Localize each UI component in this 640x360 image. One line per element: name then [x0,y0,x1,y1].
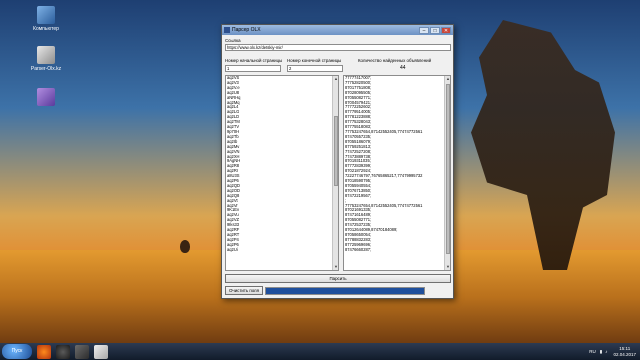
parser-taskbar-icon[interactable] [94,344,108,359]
network-icon[interactable]: ▮ [600,349,602,355]
media-icon[interactable] [56,344,70,359]
taskbar: Пуск RU ▮ ♪ 15:11 02.04.2017 [0,343,640,360]
phones-list[interactable]: 77777417007; 77752820500; 87017751808; 8702… [343,75,451,271]
start-button[interactable]: Пуск [2,344,32,359]
hot-air-balloon [180,240,190,253]
end-page-input[interactable]: 2 [287,65,343,72]
url-label: Ссылка [225,38,241,43]
volume-icon[interactable]: ♪ [605,349,607,354]
scroll-up-icon[interactable]: ▲ [333,76,338,82]
scroll-up-icon[interactable]: ▲ [445,76,450,82]
progress-bar [265,287,425,295]
scroll-thumb[interactable] [334,116,338,186]
flying-castle [471,20,615,270]
maximize-button[interactable]: □ [430,26,440,34]
desktop-icon-computer[interactable]: Компьютер [16,6,76,32]
system-tray: RU ▮ ♪ 15:11 02.04.2017 [589,346,636,357]
list-item[interactable]: aq2Ui [226,247,338,253]
app-icon [37,46,55,64]
progress-fill [266,288,424,294]
ids-scrollbar[interactable]: ▲ ▼ [332,76,338,270]
scroll-thumb[interactable] [446,84,450,254]
url-input[interactable]: https://www.olx.kz/detskiy-mir/ [225,44,451,51]
app-icon[interactable] [75,344,89,359]
title-bar[interactable]: Парсер OLX – □ ✕ [222,25,453,35]
app-icon [224,27,230,33]
language-indicator[interactable]: RU [589,349,596,354]
desktop-icon-parser[interactable]: Parser-Olx.kz [16,46,76,72]
start-page-label: Номер начальной страницы [225,58,283,63]
parser-window: Парсер OLX – □ ✕ Ссылка https://www.olx.… [221,24,454,299]
scroll-down-icon[interactable]: ▼ [445,264,450,270]
recycle-bin-icon [37,88,55,106]
clear-fields-button[interactable]: Очистить поля [225,286,263,295]
close-button[interactable]: ✕ [441,26,451,34]
scroll-down-icon[interactable]: ▼ [333,264,338,270]
ids-list[interactable]: aq2VS aq2V3 aq2V.e aq2U8 aNRHq aq2Mq aq2L4 aq2L… [225,75,339,271]
phones-scrollbar[interactable]: ▲ ▼ [444,76,450,270]
window-title: Парсер OLX [232,27,261,33]
count-value: 44 [400,65,406,71]
end-page-label: Номер конечной страницы [287,58,342,63]
computer-icon [37,6,55,24]
parse-button[interactable]: Парсить [225,274,451,283]
clock[interactable]: 15:11 02.04.2017 [613,346,636,357]
start-page-input[interactable]: 1 [225,65,281,72]
firefox-icon[interactable] [37,344,51,359]
list-item[interactable]: 87476660287; [344,247,450,253]
count-label: Количество найденных объявлений [358,58,432,63]
desktop-icon-recycle[interactable] [16,88,76,108]
minimize-button[interactable]: – [419,26,429,34]
